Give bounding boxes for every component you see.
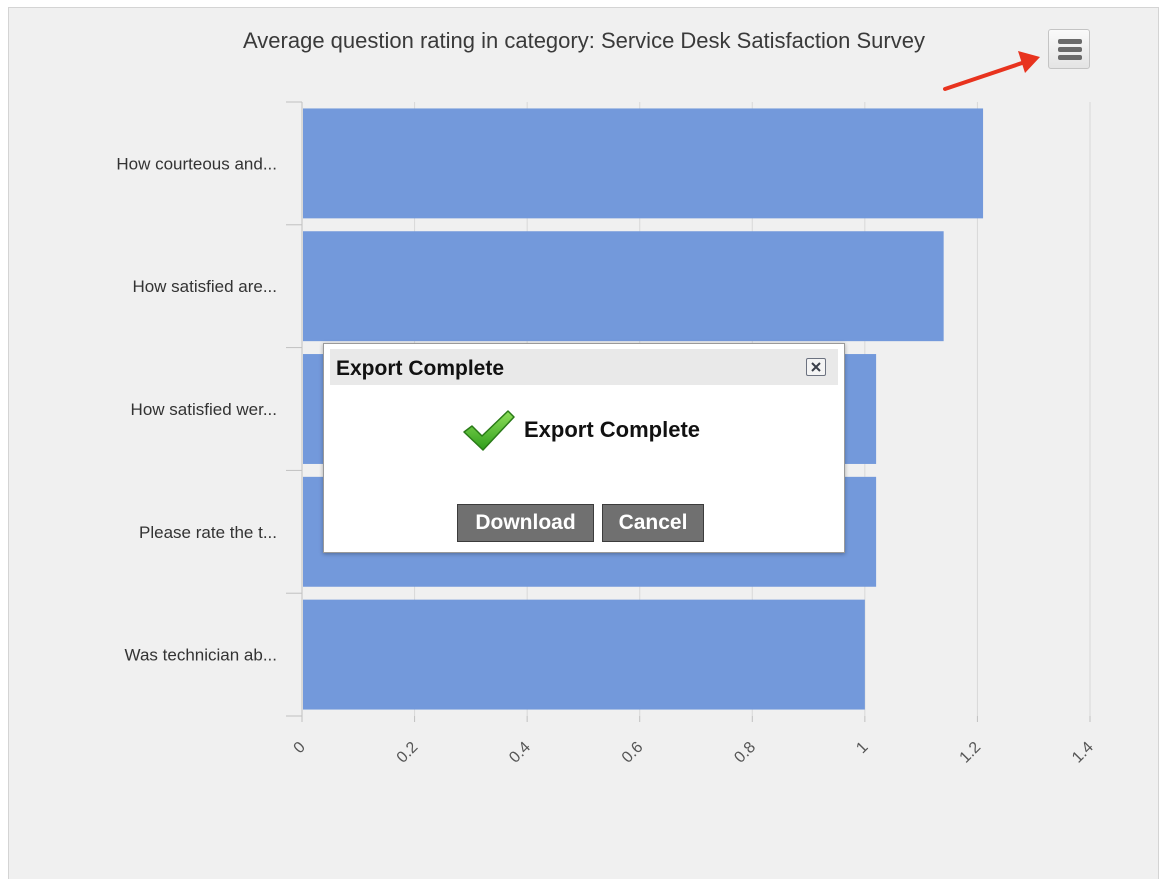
x-tick-label: 0.8 — [731, 739, 759, 767]
dialog-title: Export Complete — [336, 357, 505, 380]
x-tick-label: 0.4 — [506, 739, 534, 767]
y-tick-label: How satisfied are... — [132, 277, 277, 296]
bar — [303, 599, 865, 710]
y-tick-label: Please rate the t... — [139, 523, 277, 542]
close-icon[interactable] — [806, 358, 826, 376]
y-tick-label: How satisfied wer... — [131, 400, 277, 419]
x-tick-label: 0.6 — [619, 739, 647, 767]
hamburger-menu-icon-line — [1058, 55, 1082, 60]
dialog-message: Export Complete — [462, 408, 700, 452]
download-button[interactable]: Download — [457, 504, 594, 542]
chart-menu-button[interactable] — [1048, 29, 1090, 69]
bar — [303, 108, 984, 219]
y-tick-label: How courteous and... — [116, 154, 277, 173]
hamburger-menu-icon-line — [1058, 47, 1082, 52]
x-tick-label: 0 — [291, 739, 309, 757]
dialog-header: Export Complete — [330, 349, 838, 385]
bar — [303, 231, 944, 342]
hamburger-menu-icon — [1058, 39, 1082, 44]
cancel-button[interactable]: Cancel — [602, 504, 704, 542]
dialog-message-text: Export Complete — [524, 417, 701, 442]
export-complete-dialog: Export Complete Export Complete Download… — [323, 343, 845, 553]
y-tick-label: Was technician ab... — [125, 646, 277, 665]
x-tick-label: 0.2 — [394, 739, 422, 767]
x-tick-label: 1.4 — [1069, 739, 1097, 767]
x-tick-label: 1 — [853, 739, 871, 757]
checkmark-icon — [463, 410, 515, 451]
red-arrow-annotation — [943, 51, 1040, 91]
x-tick-label: 1.2 — [957, 739, 985, 767]
